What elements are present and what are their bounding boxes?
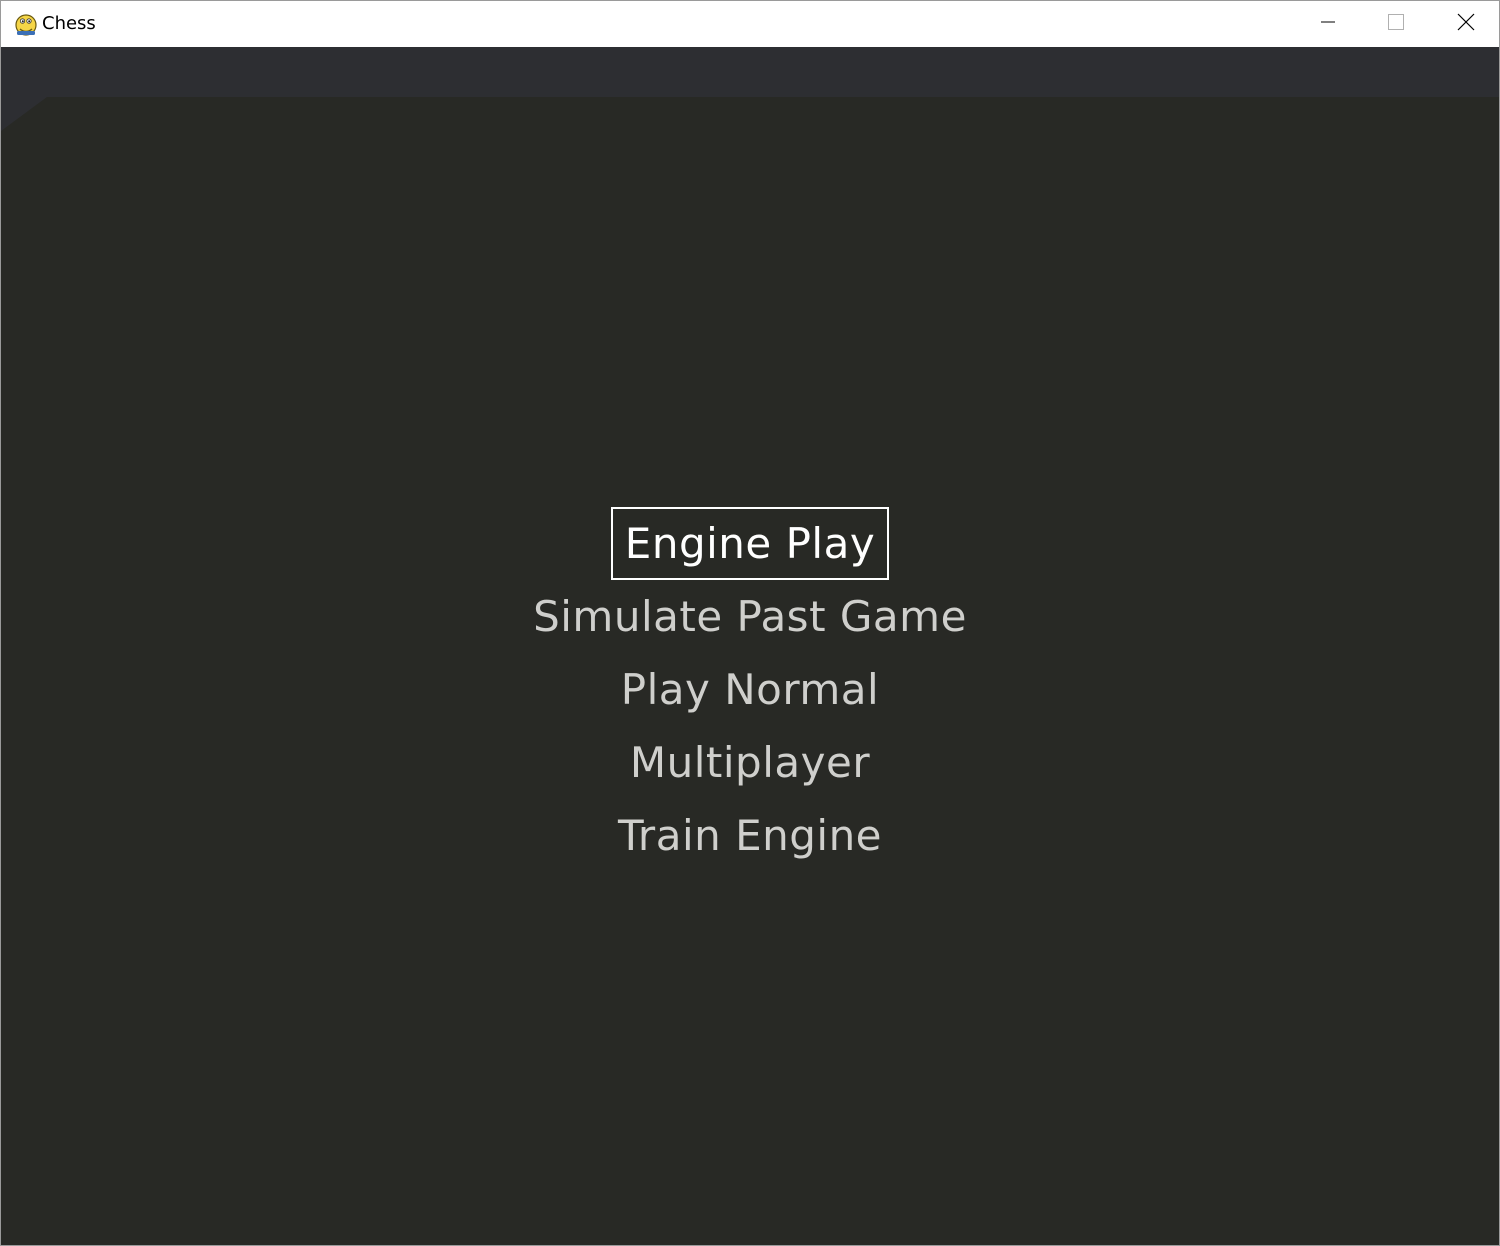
corner-notch: [1, 97, 47, 131]
close-icon: [1457, 13, 1475, 35]
maximize-button[interactable]: [1361, 1, 1431, 47]
minimize-icon: [1320, 14, 1336, 34]
game-canvas: Engine Play Simulate Past Game Play Norm…: [1, 47, 1499, 1245]
maximize-icon: [1388, 14, 1404, 34]
pygame-snake-icon: [13, 11, 39, 37]
menu-item-simulate-past-game[interactable]: Simulate Past Game: [521, 580, 979, 653]
top-band: [1, 47, 1499, 97]
close-button[interactable]: [1431, 1, 1500, 47]
menu-item-multiplayer[interactable]: Multiplayer: [618, 726, 882, 799]
title-bar[interactable]: Chess: [1, 1, 1499, 47]
main-menu: Engine Play Simulate Past Game Play Norm…: [1, 507, 1499, 872]
menu-item-train-engine[interactable]: Train Engine: [606, 799, 894, 872]
app-window: Chess Engine Play Simulate Past Game Pla…: [0, 0, 1500, 1246]
menu-item-play-normal[interactable]: Play Normal: [609, 653, 891, 726]
menu-item-engine-play[interactable]: Engine Play: [610, 507, 890, 580]
window-title: Chess: [42, 13, 96, 34]
minimize-button[interactable]: [1293, 1, 1363, 47]
